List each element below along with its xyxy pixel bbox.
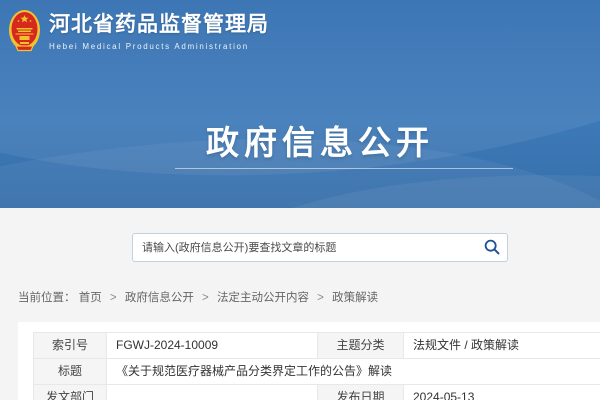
table-row-index: 索引号 FGWJ-2024-10009 主题分类 法规文件 / 政策解读 — [34, 333, 600, 359]
topic-category-label: 主题分类 — [318, 333, 404, 359]
site-brand[interactable]: 河北省药品监督管理局 Hebei Medical Products Admini… — [8, 9, 269, 55]
index-number-value: FGWJ-2024-10009 — [107, 333, 318, 359]
breadcrumb-separator: > — [202, 292, 209, 304]
page: 河北省药品监督管理局 Hebei Medical Products Admini… — [0, 0, 600, 400]
breadcrumb-separator: > — [317, 292, 324, 304]
issuing-department-label: 发文部门 — [34, 385, 107, 400]
document-meta-table: 索引号 FGWJ-2024-10009 主题分类 法规文件 / 政策解读 标题 … — [33, 332, 600, 400]
index-number-label: 索引号 — [34, 333, 107, 359]
publish-date-label: 发布日期 — [318, 385, 404, 400]
table-row-department: 发文部门 发布日期 2024-05-13 — [34, 385, 600, 400]
issuing-department-value — [107, 385, 318, 400]
breadcrumb-item-info-disclosure[interactable]: 政府信息公开 — [125, 292, 194, 304]
site-brand-text: 河北省药品监督管理局 Hebei Medical Products Admini… — [49, 13, 269, 50]
doc-title-value: 《关于规范医疗器械产品分类界定工作的公告》解读 — [107, 359, 600, 385]
publish-date-value: 2024-05-13 — [404, 385, 600, 400]
breadcrumb-separator: > — [110, 292, 117, 304]
search-icon — [483, 238, 501, 256]
site-header: 河北省药品监督管理局 Hebei Medical Products Admini… — [0, 0, 600, 208]
breadcrumb-prefix: 当前位置： — [18, 292, 76, 304]
title-underline — [175, 168, 513, 169]
page-title: 政府信息公开 — [0, 116, 600, 164]
org-name-en: Hebei Medical Products Administration — [49, 42, 269, 51]
org-name-zh: 河北省药品监督管理局 — [49, 13, 269, 37]
breadcrumb-item-policy-interpretation[interactable]: 政策解读 — [332, 292, 378, 304]
breadcrumb: 当前位置： 首页 > 政府信息公开 > 法定主动公开内容 > 政策解读 — [18, 289, 378, 305]
table-row-title: 标题 《关于规范医疗器械产品分类界定工作的公告》解读 — [34, 359, 600, 385]
national-emblem-icon — [8, 9, 41, 55]
content-card: 索引号 FGWJ-2024-10009 主题分类 法规文件 / 政策解读 标题 … — [18, 322, 600, 400]
search-button[interactable] — [482, 238, 502, 258]
breadcrumb-item-statutory-content[interactable]: 法定主动公开内容 — [217, 292, 309, 304]
topic-category-value: 法规文件 / 政策解读 — [404, 333, 600, 359]
search-input[interactable] — [133, 234, 473, 261]
doc-title-label: 标题 — [34, 359, 107, 385]
search-box — [132, 233, 508, 262]
breadcrumb-item-home[interactable]: 首页 — [79, 292, 102, 304]
